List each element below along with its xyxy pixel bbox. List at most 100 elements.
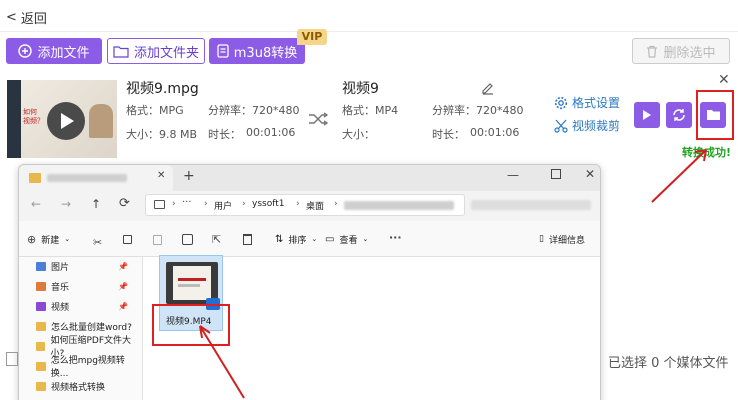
- cut-icon[interactable]: ✂: [93, 236, 102, 249]
- source-file-name: 视频9.mpg: [126, 81, 199, 97]
- folder-icon: [36, 381, 46, 391]
- source-duration-label: 时长：: [208, 128, 241, 141]
- video-thumbnail[interactable]: 如何 视频？: [7, 80, 117, 158]
- up-arrow-icon[interactable]: ↑: [91, 197, 101, 211]
- sort-icon: ⇅: [275, 233, 284, 245]
- trash-icon[interactable]: [243, 234, 252, 245]
- breadcrumb-user[interactable]: yssoft1: [252, 199, 284, 209]
- back-label: 返回: [20, 12, 47, 27]
- pin-icon: 📌: [118, 261, 128, 271]
- sidebar-item-label: 图片: [51, 262, 70, 273]
- target-size: 大小：: [342, 128, 375, 141]
- highlight-box: [696, 90, 734, 140]
- rename-icon[interactable]: [182, 234, 193, 245]
- tab-close-icon[interactable]: ✕: [157, 170, 165, 181]
- source-resolution: 分辨率：720*480: [208, 104, 300, 117]
- shuffle-icon: [309, 112, 328, 126]
- select-all-checkbox[interactable]: [6, 352, 18, 366]
- add-folder-button[interactable]: 添加文件夹: [107, 38, 205, 64]
- convert-button[interactable]: [666, 102, 692, 128]
- folder-icon: [113, 45, 129, 58]
- refresh-icon[interactable]: ⟳: [119, 196, 130, 211]
- paste-icon[interactable]: [153, 235, 162, 245]
- app-window: < 返回 添加文件 添加文件夹 m3u8转换 VIP 删除选中 如何 视频？ 视频…: [0, 0, 738, 400]
- source-size: 大小：9.8 MB: [126, 128, 198, 141]
- top-bar: [0, 0, 738, 32]
- view-button[interactable]: ▭ 查看 ⌄: [325, 229, 368, 249]
- address-bar[interactable]: › ··· › 用户 › yssoft1 › 桌面 ›: [145, 194, 465, 216]
- share-icon[interactable]: ⇱: [212, 233, 221, 246]
- sort-button[interactable]: ⇅ 排序 ⌄: [275, 229, 317, 249]
- play-icon: [643, 110, 651, 120]
- folder-icon: [36, 341, 46, 351]
- sidebar-item[interactable]: 音乐 📌: [36, 276, 128, 296]
- new-tab-icon[interactable]: +: [183, 168, 195, 184]
- monitor-icon: [154, 200, 165, 209]
- forward-arrow-icon[interactable]: →: [61, 197, 71, 211]
- close-icon[interactable]: ✕: [718, 72, 730, 88]
- m3u8-label: m3u8转换: [233, 45, 298, 61]
- target-duration: 00:01:06: [470, 126, 520, 139]
- sidebar-item[interactable]: 视频 📌: [36, 296, 128, 316]
- source-format: 格式：MPG: [126, 104, 184, 117]
- add-folder-label: 添加文件夹: [133, 45, 199, 61]
- plus-circle-icon: ⊕: [27, 232, 37, 246]
- back-arrow-icon[interactable]: ←: [31, 197, 41, 211]
- target-resolution: 分辨率：720*480: [432, 104, 524, 117]
- video-crop-button[interactable]: 视频裁剪: [554, 117, 620, 134]
- play-icon: [61, 113, 74, 129]
- sidebar-item-label: 视频: [51, 302, 70, 313]
- delete-selected-label: 删除选中: [663, 45, 716, 61]
- refresh-icon: [673, 109, 685, 121]
- breadcrumb-folder[interactable]: [344, 201, 454, 210]
- details-button[interactable]: ▯ 详细信息: [539, 229, 585, 249]
- sort-label: 排序: [288, 235, 307, 246]
- video-icon: [36, 301, 46, 311]
- ellipsis-icon[interactable]: ···: [182, 197, 192, 208]
- format-settings-button[interactable]: 格式设置: [554, 94, 620, 111]
- new-button[interactable]: ⊕ 新建 ⌄: [27, 229, 70, 249]
- video-crop-label: 视频裁剪: [572, 119, 621, 133]
- minimize-icon[interactable]: —: [507, 168, 519, 182]
- target-format: 格式：MP4: [342, 104, 399, 117]
- add-file-button[interactable]: 添加文件: [6, 38, 102, 64]
- thumbnail-text: 如何 视频？: [23, 108, 44, 125]
- chevron-left-icon: <: [6, 10, 17, 25]
- folder-icon: [36, 321, 46, 331]
- more-options-icon[interactable]: ···: [389, 231, 402, 244]
- chevron-down-icon: ⌄: [362, 235, 369, 243]
- add-file-label: 添加文件: [37, 45, 90, 61]
- breadcrumb-desktop[interactable]: 桌面: [306, 199, 324, 212]
- sidebar-item-label: 怎么批量创建word?: [51, 322, 132, 333]
- breadcrumb-users[interactable]: 用户: [214, 199, 232, 212]
- maximize-icon[interactable]: [551, 169, 561, 179]
- search-box[interactable]: [471, 200, 591, 210]
- format-settings-label: 格式设置: [572, 96, 621, 110]
- play-preview-button[interactable]: [634, 102, 660, 128]
- pin-icon: 📌: [118, 281, 128, 291]
- selected-count: 已选择 0 个媒体文件: [608, 356, 729, 371]
- window-close-icon[interactable]: ✕: [585, 167, 595, 181]
- sidebar-item[interactable]: 图片 📌: [36, 256, 128, 276]
- source-duration: 00:01:06: [246, 126, 296, 139]
- chevron-down-icon: ⌄: [64, 235, 71, 243]
- tab-title[interactable]: [47, 174, 127, 182]
- explorer-toolbar: ⊕ 新建 ⌄ ✂ ⇱ ⇅ 排序 ⌄ ▭ 查看 ⌄ ··· ▯ 详细信息: [19, 221, 600, 257]
- folder-icon: [36, 361, 46, 371]
- delete-selected-button[interactable]: 删除选中: [632, 38, 730, 64]
- target-duration-label: 时长：: [432, 128, 465, 141]
- sidebar-item-label: 视频格式转换: [51, 382, 106, 393]
- explorer-nav-bar: ← → ↑ ⟳ › ··· › 用户 › yssoft1 › 桌面 ›: [19, 191, 600, 219]
- highlight-box: [152, 304, 230, 346]
- explorer-title-bar: ✕ + — ✕: [19, 165, 600, 191]
- back-button[interactable]: < 返回: [6, 8, 47, 27]
- chevron-down-icon: ⌄: [311, 235, 318, 243]
- copy-icon[interactable]: [123, 235, 132, 244]
- sidebar-item[interactable]: 视频格式转换: [36, 376, 105, 396]
- edit-pencil-icon[interactable]: [481, 81, 495, 95]
- m3u8-convert-button[interactable]: m3u8转换: [209, 38, 305, 64]
- new-label: 新建: [41, 235, 60, 246]
- vip-badge: VIP: [297, 29, 327, 45]
- sidebar-item[interactable]: 怎么把mpg视频转换...: [36, 356, 140, 379]
- target-file-name: 视频9: [342, 81, 379, 97]
